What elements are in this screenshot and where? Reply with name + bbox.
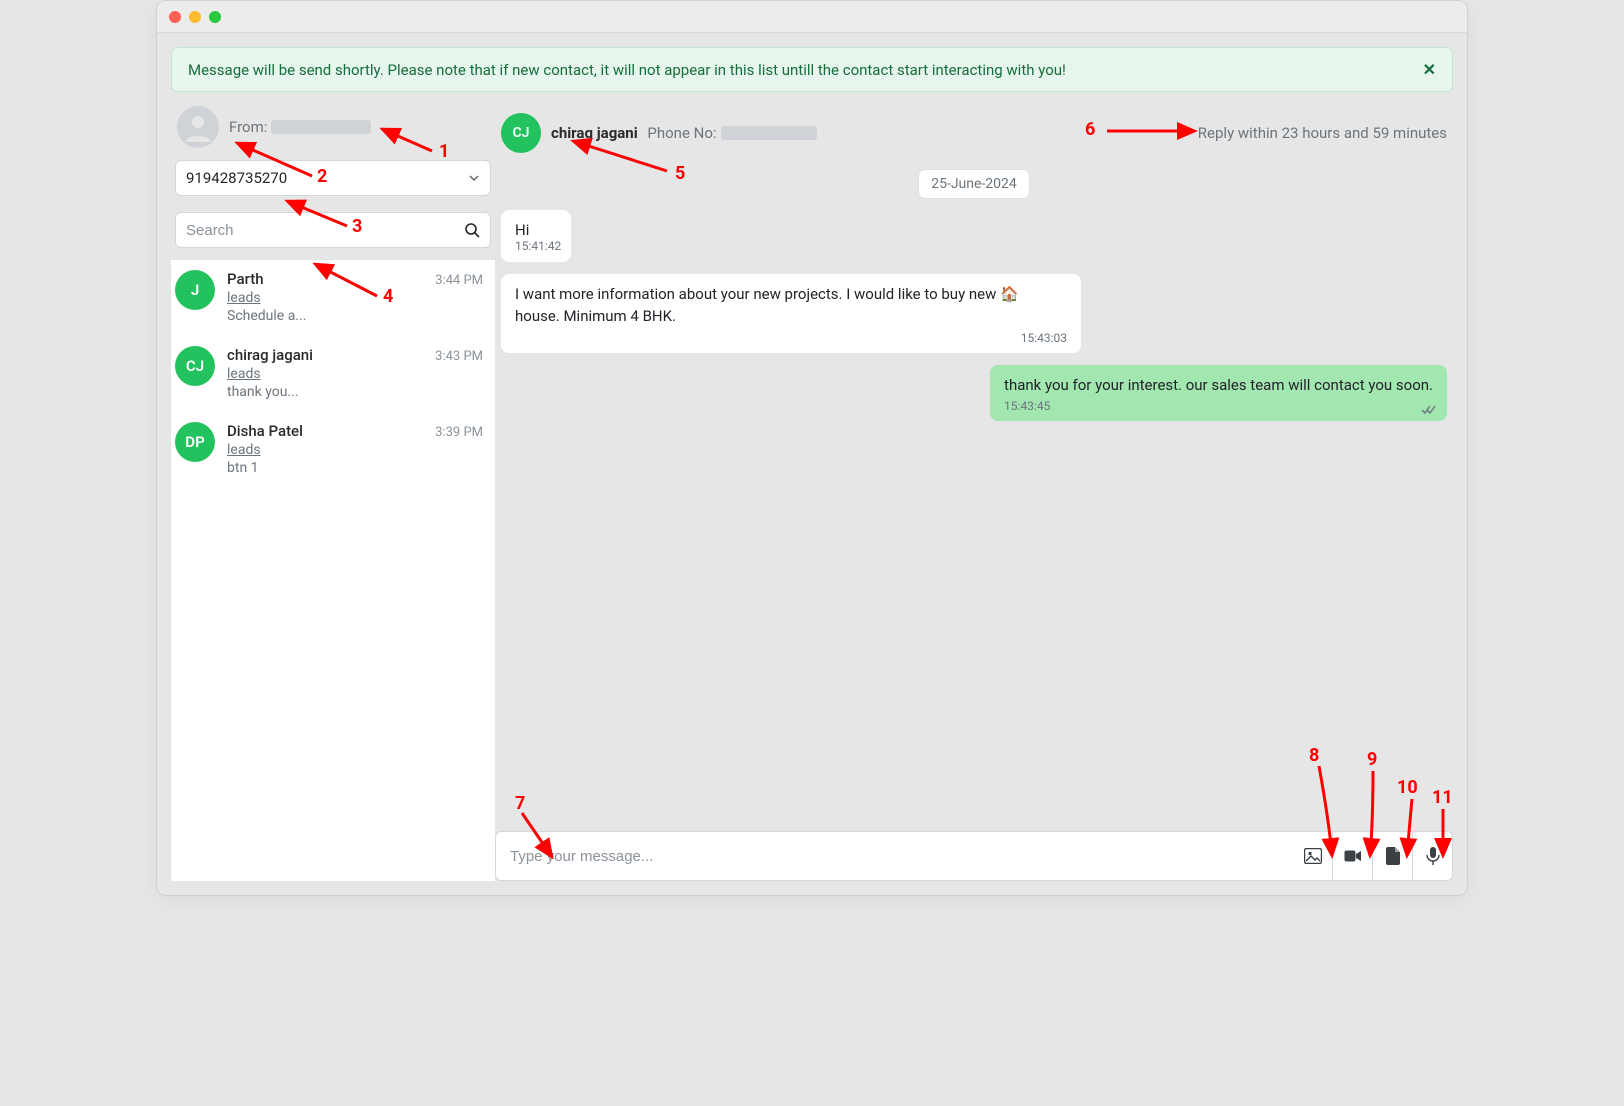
conversation-item[interactable]: DP Disha Patel 3:39 PM leads btn 1 bbox=[171, 412, 495, 488]
microphone-icon bbox=[1426, 847, 1440, 865]
app-window: Message will be send shortly. Please not… bbox=[156, 0, 1468, 896]
avatar-placeholder-icon bbox=[177, 106, 219, 148]
chat-contact-name: chirag jagani bbox=[551, 124, 638, 142]
document-icon bbox=[1386, 847, 1400, 865]
conversation-time: 3:39 PM bbox=[435, 425, 483, 440]
from-number-redacted bbox=[271, 120, 371, 134]
conversation-tag[interactable]: leads bbox=[227, 366, 261, 382]
conversation-snippet: thank you... bbox=[227, 384, 483, 400]
attach-video-button[interactable] bbox=[1333, 831, 1373, 881]
attach-image-button[interactable] bbox=[1293, 831, 1333, 881]
image-icon bbox=[1304, 848, 1322, 864]
avatar: J bbox=[175, 270, 215, 310]
conversation-item[interactable]: J Parth 3:44 PM leads Schedule a... bbox=[171, 260, 495, 336]
search-wrapper bbox=[175, 212, 491, 248]
chat-avatar: CJ bbox=[501, 113, 541, 153]
conversation-name: chirag jagani bbox=[227, 346, 313, 364]
titlebar bbox=[157, 1, 1467, 33]
message-text: thank you for your interest. our sales t… bbox=[1004, 375, 1433, 397]
message-time: 15:43:03 bbox=[1021, 330, 1067, 347]
avatar: CJ bbox=[175, 346, 215, 386]
conversation-tag[interactable]: leads bbox=[227, 442, 261, 458]
record-audio-button[interactable] bbox=[1413, 831, 1453, 881]
phone-number-select[interactable]: 919428735270 bbox=[175, 160, 491, 196]
search-input[interactable] bbox=[186, 222, 464, 239]
chat-title-block: chirag jagani Phone No: bbox=[551, 124, 817, 142]
conversation-name: Parth bbox=[227, 270, 264, 288]
avatar: DP bbox=[175, 422, 215, 462]
message-time: 15:41:42 bbox=[515, 238, 561, 255]
message-text: I want more information about your new p… bbox=[515, 284, 1067, 328]
conversation-item[interactable]: CJ chirag jagani 3:43 PM leads thank you… bbox=[171, 336, 495, 412]
chat-area: CJ chirag jagani Phone No: Reply within … bbox=[495, 102, 1453, 881]
phone-label: Phone No: bbox=[647, 124, 716, 142]
messages-panel: 25-June-2024 Hi 15:41:42 I want more inf… bbox=[495, 164, 1453, 831]
reply-window-text: Reply within 23 hours and 59 minutes bbox=[1198, 124, 1447, 142]
window-close-icon[interactable] bbox=[169, 11, 181, 23]
composer bbox=[495, 831, 1453, 881]
message-status-icon bbox=[1421, 405, 1437, 415]
search-icon[interactable] bbox=[464, 222, 480, 238]
notification-banner: Message will be send shortly. Please not… bbox=[171, 47, 1453, 92]
message-input[interactable] bbox=[495, 831, 1293, 881]
message-incoming: Hi 15:41:42 bbox=[501, 210, 571, 262]
date-separator: 25-June-2024 bbox=[919, 170, 1029, 198]
window-zoom-icon[interactable] bbox=[209, 11, 221, 23]
conversation-name: Disha Patel bbox=[227, 422, 303, 440]
message-incoming: I want more information about your new p… bbox=[501, 274, 1081, 354]
from-row: From: bbox=[171, 102, 495, 160]
conversation-time: 3:44 PM bbox=[435, 273, 483, 288]
message-time: 15:43:45 bbox=[1004, 398, 1050, 415]
notification-text: Message will be send shortly. Please not… bbox=[188, 61, 1066, 79]
conversation-time: 3:43 PM bbox=[435, 349, 483, 364]
phone-number-value: 919428735270 bbox=[186, 169, 287, 187]
from-label-row: From: bbox=[229, 118, 371, 136]
app-body: Message will be send shortly. Please not… bbox=[157, 33, 1467, 895]
phone-number-redacted bbox=[721, 126, 817, 140]
from-label: From: bbox=[229, 118, 267, 136]
workspace: From: 919428735270 bbox=[171, 102, 1453, 881]
video-icon bbox=[1344, 849, 1362, 863]
conversation-tag[interactable]: leads bbox=[227, 290, 261, 306]
sidebar: From: 919428735270 bbox=[171, 102, 495, 881]
conversation-snippet: btn 1 bbox=[227, 460, 483, 476]
conversation-snippet: Schedule a... bbox=[227, 308, 483, 324]
attach-document-button[interactable] bbox=[1373, 831, 1413, 881]
chevron-down-icon bbox=[468, 172, 480, 184]
chat-header: CJ chirag jagani Phone No: Reply within … bbox=[495, 102, 1453, 164]
window-minimize-icon[interactable] bbox=[189, 11, 201, 23]
chat-phone-block: Phone No: bbox=[647, 124, 816, 142]
message-outgoing: thank you for your interest. our sales t… bbox=[990, 365, 1447, 421]
notification-close-icon[interactable]: ✕ bbox=[1423, 60, 1436, 79]
conversation-list: J Parth 3:44 PM leads Schedule a... CJ bbox=[171, 260, 495, 881]
